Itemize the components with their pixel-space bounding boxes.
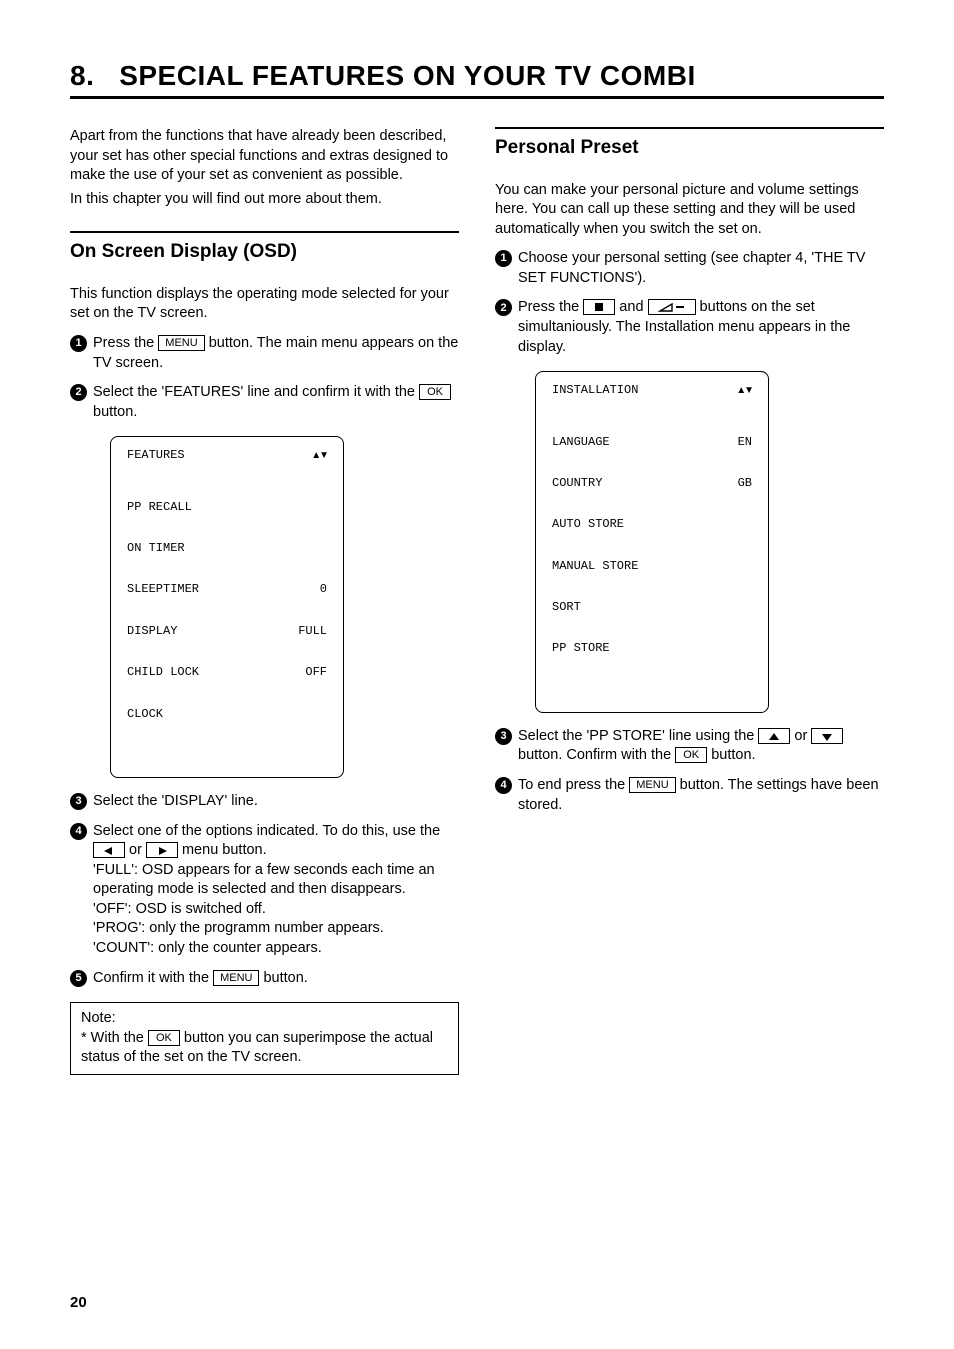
right-column: Personal Preset You can make your person…	[495, 127, 884, 1075]
osd-row: DISPLAYFULL	[127, 625, 327, 639]
osd-row: PP RECALL	[127, 501, 327, 515]
preset-step3-d: button.	[707, 747, 755, 763]
osd-step-1: 1 Press the MENU button. The main menu a…	[70, 334, 459, 373]
preset-step-3: 3 Select the 'PP STORE' line using the o…	[495, 727, 884, 766]
installation-osd-box: INSTALLATION ▲▼ LANGUAGEEN COUNTRYGB AUT…	[535, 371, 769, 713]
section-rule	[70, 231, 459, 233]
step-bullet-4: 4	[495, 777, 512, 794]
preset-section-title: Personal Preset	[495, 135, 884, 161]
preset-step1-text: Choose your personal setting (see chapte…	[518, 249, 884, 288]
preset-step3-b: or	[790, 728, 811, 744]
step2-text-b: button.	[93, 404, 137, 420]
chapter-number: 8.	[70, 60, 94, 91]
features-osd-box: FEATURES ▲▼ PP RECALL ON TIMER SLEEPTIME…	[110, 436, 344, 778]
step3-text: Select the 'DISPLAY' line.	[93, 792, 459, 812]
menu-key: MENU	[158, 335, 204, 351]
osd-step-3: 3 Select the 'DISPLAY' line.	[70, 792, 459, 812]
ok-key: OK	[419, 384, 451, 400]
step4-text-a: Select one of the options indicated. To …	[93, 823, 440, 839]
osd-desc: This function displays the operating mod…	[70, 285, 459, 324]
preset-step-4: 4 To end press the MENU button. The sett…	[495, 776, 884, 815]
chapter-title-text: SPECIAL FEATURES ON YOUR TV COMBI	[119, 60, 696, 91]
step4-text-c: menu button.	[178, 842, 267, 858]
stop-key	[583, 299, 615, 315]
preset-step2-b: and	[615, 299, 647, 315]
step4-text-b: or	[125, 842, 146, 858]
osd-row: AUTO STORE	[552, 518, 752, 532]
down-arrow-key	[811, 728, 843, 744]
osd-section-title: On Screen Display (OSD)	[70, 239, 459, 265]
intro-p2: In this chapter you will find out more a…	[70, 190, 459, 210]
preset-step3-c: button. Confirm with the	[518, 747, 675, 763]
features-osd-title: FEATURES	[127, 449, 185, 463]
step-bullet-3: 3	[495, 728, 512, 745]
note-box: Note: * With the OK button you can super…	[70, 1002, 459, 1075]
osd-row: CHILD LOCKOFF	[127, 666, 327, 680]
osd-row: LANGUAGEEN	[552, 436, 752, 450]
note-label: Note:	[81, 1009, 448, 1029]
right-arrow-key	[146, 842, 178, 858]
installation-osd-title: INSTALLATION	[552, 384, 638, 398]
step2-text-a: Select the 'FEATURES' line and confirm i…	[93, 384, 419, 400]
step-bullet-1: 1	[495, 250, 512, 267]
up-arrow-key	[758, 728, 790, 744]
step5-text-a: Confirm it with the	[93, 970, 213, 986]
preset-step4-a: To end press the	[518, 777, 629, 793]
step1-text-a: Press the	[93, 335, 158, 351]
step-bullet-2: 2	[70, 384, 87, 401]
left-arrow-key	[93, 842, 125, 858]
up-down-icon: ▲▼	[311, 449, 327, 463]
ok-key: OK	[148, 1030, 180, 1046]
left-column: Apart from the functions that have alrea…	[70, 127, 459, 1075]
intro-p1: Apart from the functions that have alrea…	[70, 127, 459, 186]
osd-row: CLOCK	[127, 708, 327, 722]
step5-text-b: button.	[259, 970, 307, 986]
menu-key: MENU	[629, 777, 675, 793]
chapter-rule	[70, 96, 884, 99]
osd-row: MANUAL STORE	[552, 560, 752, 574]
ok-key: OK	[675, 747, 707, 763]
step4-prog: 'PROG': only the programm number appears…	[93, 919, 459, 939]
menu-key: MENU	[213, 970, 259, 986]
section-rule	[495, 127, 884, 129]
osd-step-5: 5 Confirm it with the MENU button.	[70, 969, 459, 989]
osd-row: COUNTRYGB	[552, 477, 752, 491]
step-bullet-1: 1	[70, 335, 87, 352]
step-bullet-5: 5	[70, 970, 87, 987]
step-bullet-3: 3	[70, 793, 87, 810]
step-bullet-4: 4	[70, 823, 87, 840]
step4-count: 'COUNT': only the counter appears.	[93, 939, 459, 959]
preset-desc: You can make your personal picture and v…	[495, 181, 884, 240]
step4-full: 'FULL': OSD appears for a few seconds ea…	[93, 861, 459, 900]
up-down-icon: ▲▼	[736, 384, 752, 398]
step4-off: 'OFF': OSD is switched off.	[93, 900, 459, 920]
osd-row: ON TIMER	[127, 542, 327, 556]
note-text-a: * With the	[81, 1030, 148, 1046]
chapter-title: 8. SPECIAL FEATURES ON YOUR TV COMBI	[70, 60, 884, 92]
osd-step-2: 2 Select the 'FEATURES' line and confirm…	[70, 383, 459, 422]
page-number: 20	[70, 1294, 87, 1311]
preset-step3-a: Select the 'PP STORE' line using the	[518, 728, 758, 744]
preset-step-2: 2 Press the and buttons on the set simul…	[495, 298, 884, 357]
preset-step-1: 1 Choose your personal setting (see chap…	[495, 249, 884, 288]
osd-row: SLEEPTIMER0	[127, 583, 327, 597]
osd-row: PP STORE	[552, 642, 752, 656]
osd-row: SORT	[552, 601, 752, 615]
step-bullet-2: 2	[495, 299, 512, 316]
vol-down-key	[648, 299, 696, 315]
osd-step-4: 4 Select one of the options indicated. T…	[70, 822, 459, 959]
preset-step2-a: Press the	[518, 299, 583, 315]
